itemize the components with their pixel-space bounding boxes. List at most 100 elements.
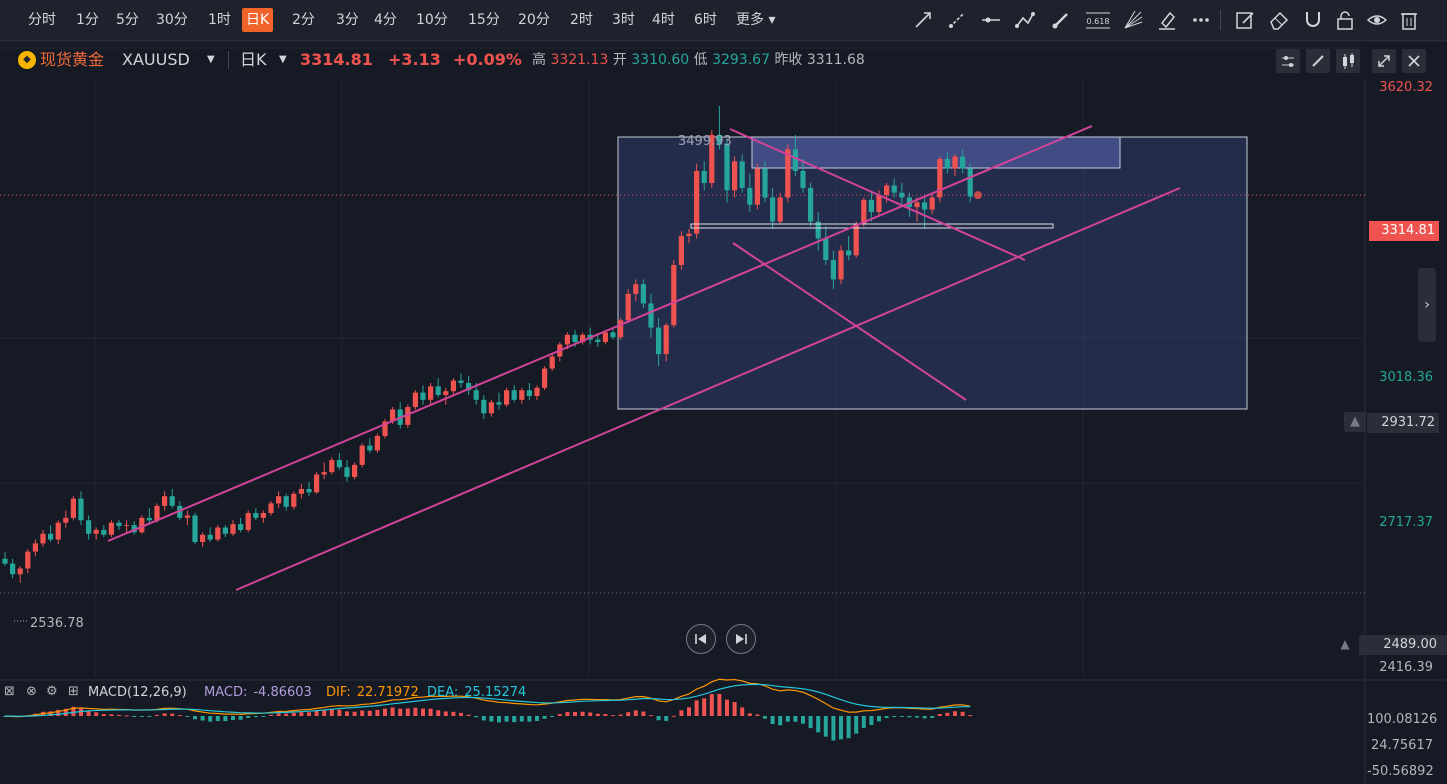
macd-bar-78 (595, 713, 600, 716)
polyline-icon[interactable] (1014, 9, 1036, 31)
brush-icon[interactable] (1050, 9, 1072, 31)
macd-bar-19 (147, 716, 152, 717)
macd-bar-84 (641, 711, 646, 716)
macd-bar-116 (884, 716, 889, 719)
symbol-code[interactable]: XAUUSD (122, 50, 190, 70)
timeframe-7[interactable]: 3分 (332, 8, 363, 32)
candle-body-3 (25, 551, 31, 569)
macd-bar-127 (968, 715, 973, 717)
alert-bell-icon[interactable]: ▲ (1344, 412, 1366, 432)
timeframe-16[interactable]: 更多 ▾ (732, 8, 779, 32)
macd-bar-58 (443, 711, 448, 716)
edit-icon[interactable] (1234, 9, 1256, 31)
timeframe-13[interactable]: 3时 (608, 8, 639, 32)
symbol-name[interactable]: 现货黄金 (40, 50, 104, 70)
close-icon[interactable] (1402, 49, 1426, 73)
scroll-to-start-icon[interactable] (686, 624, 716, 654)
indicator-settings-icon[interactable] (1276, 49, 1300, 73)
horizontal-line-icon[interactable] (980, 9, 1002, 31)
magnet-icon[interactable] (1302, 9, 1324, 31)
timeframe-11[interactable]: 20分 (514, 8, 554, 32)
macd-bar-71 (542, 716, 547, 719)
alert-bell-icon-2[interactable]: ▲ (1336, 635, 1354, 653)
scroll-to-end-icon[interactable] (726, 624, 756, 654)
hide-indicator-icon[interactable]: ⊗ (26, 684, 37, 699)
macd-bar-120 (915, 716, 919, 718)
collapse-icon[interactable]: ⊠ (4, 684, 15, 699)
highlighter-icon[interactable] (1156, 9, 1178, 31)
candle-body-114 (868, 199, 874, 212)
macd-bar-114 (869, 716, 874, 725)
trendline-icon[interactable] (912, 9, 934, 31)
prev-close-label: 昨收 (774, 52, 803, 68)
ray-icon[interactable] (946, 9, 968, 31)
timeframe-5[interactable]: 日K (242, 8, 274, 32)
low-value: 3293.67 (712, 52, 770, 68)
candle-body-126 (960, 156, 966, 169)
dif-value: DIF: 22.71972 (326, 685, 425, 700)
macd-bar-103 (785, 716, 790, 722)
timeframe-14[interactable]: 4时 (648, 8, 679, 32)
alert-price-tag-2[interactable]: 2489.00 (1359, 635, 1447, 655)
trash-icon[interactable] (1398, 9, 1420, 31)
candle-body-118 (899, 192, 905, 198)
eye-icon[interactable] (1366, 9, 1388, 31)
symbol-dropdown-icon[interactable]: ▼ (207, 50, 215, 70)
candle-body-6 (48, 533, 54, 540)
more-tools-icon[interactable] (1190, 9, 1212, 31)
candle-body-5 (40, 533, 46, 544)
macd-bar-97 (740, 707, 745, 716)
timeframe-15[interactable]: 6时 (690, 8, 721, 32)
timeframe-8[interactable]: 4分 (370, 8, 401, 32)
candle-body-101 (770, 197, 776, 222)
macd-bar-24 (185, 716, 190, 717)
open-value: 3310.60 (631, 52, 690, 68)
indicator-settings-gear-icon[interactable]: ⚙ (46, 684, 58, 699)
candle-body-104 (792, 149, 798, 172)
candle-body-10 (78, 498, 84, 521)
interval-dropdown-icon[interactable]: ▼ (279, 50, 287, 70)
timeframe-10[interactable]: 15分 (464, 8, 504, 32)
candle-body-56 (428, 386, 434, 400)
macd-bar-102 (778, 716, 783, 726)
candle-body-69 (526, 390, 532, 396)
interval-selector[interactable]: 日K (240, 50, 267, 70)
add-indicator-icon[interactable]: ⊞ (68, 684, 79, 699)
candle-body-38 (291, 493, 297, 507)
candle-body-44 (336, 460, 342, 468)
fan-icon[interactable] (1122, 9, 1144, 31)
dif-label: DIF: (326, 685, 351, 700)
timeframe-1[interactable]: 1分 (72, 8, 103, 32)
candle-body-71 (542, 368, 548, 388)
candle-body-120 (914, 202, 920, 208)
timeframe-6[interactable]: 2分 (288, 8, 319, 32)
draw-pencil-icon[interactable] (1306, 49, 1330, 73)
timeframe-4[interactable]: 1时 (204, 8, 235, 32)
timeframe-3[interactable]: 30分 (152, 8, 192, 32)
macd-bar-18 (139, 716, 144, 717)
timeframe-2[interactable]: 5分 (112, 8, 143, 32)
candle-body-70 (534, 387, 540, 396)
macd-bar-91 (694, 700, 699, 716)
macd-bar-76 (580, 711, 585, 716)
timeframe-12[interactable]: 2时 (566, 8, 597, 32)
macd-bar-111 (846, 716, 851, 739)
timeframe-9[interactable]: 10分 (412, 8, 452, 32)
candle-body-117 (891, 185, 897, 193)
candle-body-99 (754, 168, 760, 205)
macd-bar-15 (117, 714, 121, 716)
alert-price-tag[interactable]: 2931.72 (1367, 413, 1439, 433)
candle-body-100 (762, 168, 768, 198)
lock-icon[interactable] (1334, 9, 1356, 31)
macd-bar-50 (383, 708, 387, 716)
fullscreen-icon[interactable] (1372, 49, 1396, 73)
eraser-icon[interactable] (1268, 9, 1290, 31)
candle-type-icon[interactable] (1336, 49, 1360, 73)
macd-bar-118 (899, 716, 904, 717)
fibonacci-icon[interactable]: 0.618 (1084, 9, 1112, 31)
candle-body-65 (496, 402, 502, 405)
side-panel-toggle-icon[interactable]: › (1418, 268, 1436, 342)
chart-canvas[interactable]: 3499.93 2536.78 (0, 40, 1447, 784)
macd-bar-83 (633, 710, 638, 716)
timeframe-0[interactable]: 分时 (24, 8, 60, 32)
